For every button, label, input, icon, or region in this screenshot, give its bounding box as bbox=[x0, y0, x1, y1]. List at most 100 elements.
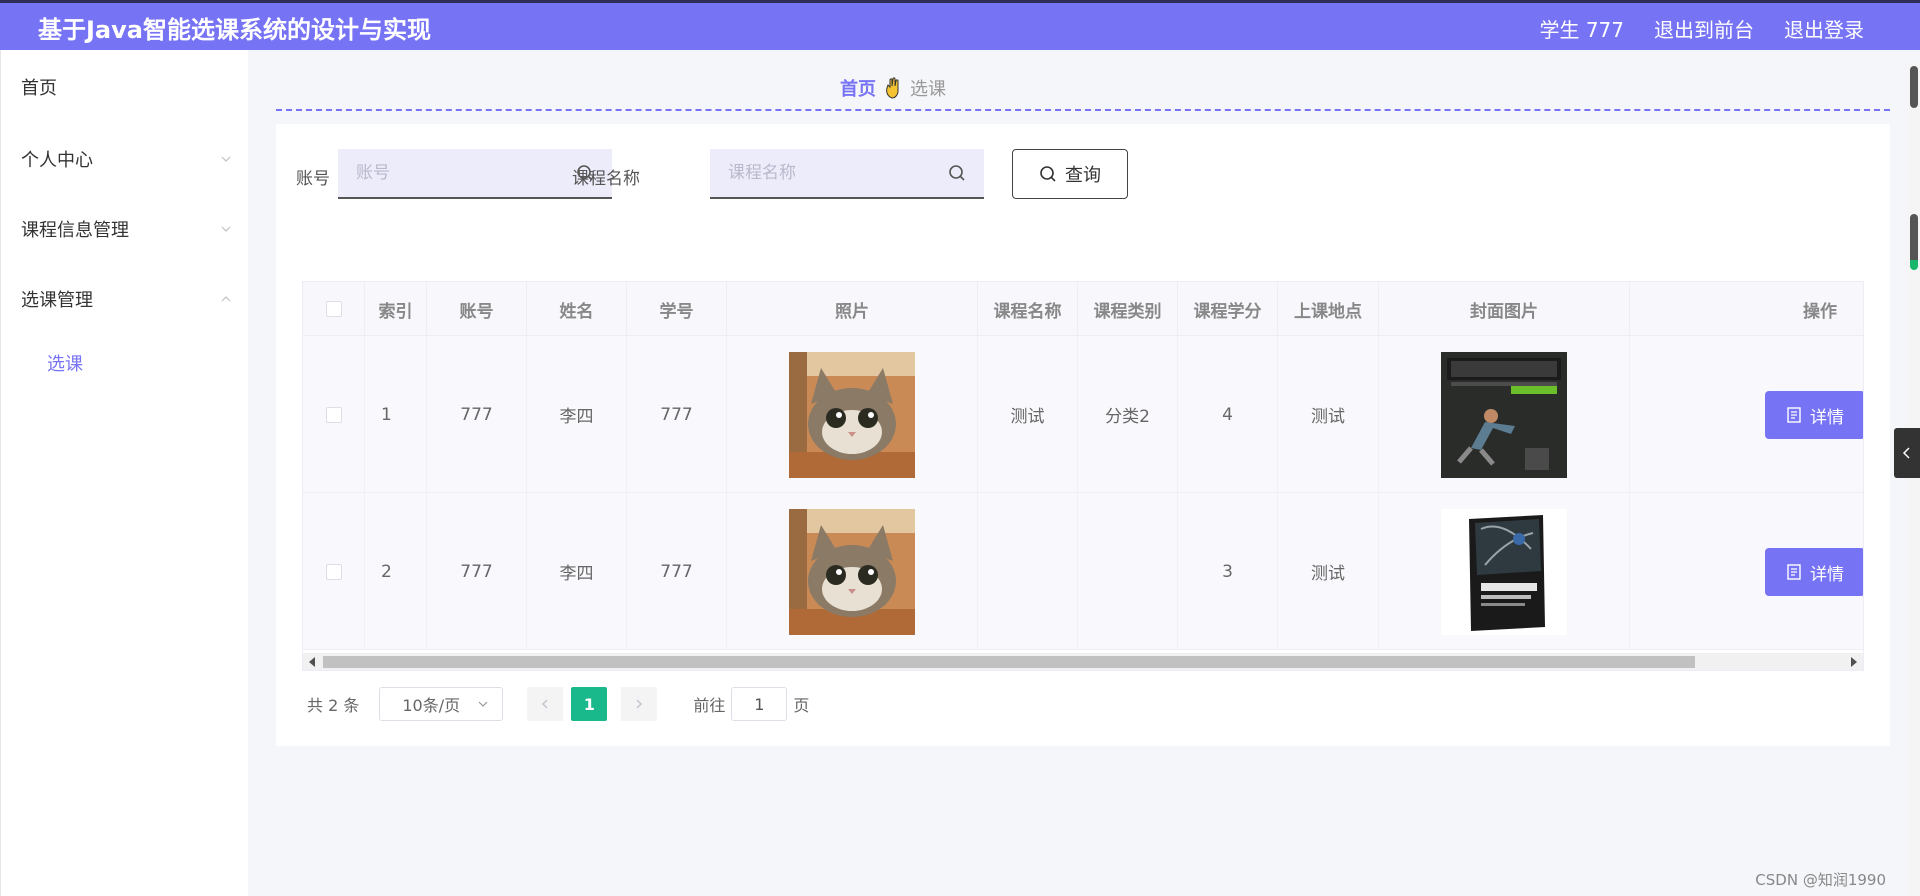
course-selection-table: 索引 账号 姓名 学号 照片 课程名称 课程类别 课程学分 上课地点 封面图片 … bbox=[302, 281, 1864, 671]
row-checkbox[interactable] bbox=[325, 406, 342, 423]
index-cell: 1 bbox=[365, 336, 427, 493]
detail-button[interactable]: 详情 bbox=[1765, 391, 1863, 439]
index-cell: 2 bbox=[365, 493, 427, 650]
total-count: 共 2 条 bbox=[307, 696, 360, 715]
action-cell: 详情 bbox=[1630, 493, 1863, 650]
select-all-cell bbox=[303, 282, 365, 336]
scroll-left-icon[interactable] bbox=[309, 657, 315, 667]
course-search-box bbox=[710, 149, 984, 199]
account-search-box bbox=[338, 149, 612, 199]
action-cell: 详情 bbox=[1630, 336, 1863, 493]
cat-photo bbox=[789, 508, 915, 635]
select-all-checkbox[interactable] bbox=[325, 301, 342, 317]
row-select-cell bbox=[303, 336, 365, 493]
sidebar-item-selection-mgmt[interactable]: 选课管理 bbox=[21, 286, 231, 312]
credits-cell: 4 bbox=[1178, 336, 1278, 493]
chevron-up-icon bbox=[221, 296, 231, 302]
column-header: 操作 bbox=[1803, 301, 1837, 322]
table-row: 1 777 李四 777 测试 分类2 4 测试 详情 bbox=[303, 336, 1863, 493]
goto-label: 前往 bbox=[693, 696, 726, 715]
query-button[interactable]: 查询 bbox=[1012, 149, 1128, 199]
chevron-down-icon bbox=[221, 226, 231, 232]
name-cell: 李四 bbox=[527, 336, 627, 493]
account-cell: 777 bbox=[427, 493, 527, 650]
course-name-label: 课程名称 bbox=[572, 169, 640, 189]
course-type-cell bbox=[1078, 493, 1178, 650]
course-type-cell: 分类2 bbox=[1078, 336, 1178, 493]
logout-link[interactable]: 退出登录 bbox=[1784, 14, 1864, 43]
column-header: 照片 bbox=[727, 282, 978, 336]
page-number-active[interactable]: 1 bbox=[571, 687, 608, 721]
scrollbar-thumb[interactable] bbox=[1910, 214, 1918, 270]
location-cell: 测试 bbox=[1278, 493, 1379, 650]
sidebar-item-label: 首页 bbox=[21, 78, 57, 99]
course-name-cell: 测试 bbox=[978, 336, 1078, 493]
column-header: 学号 bbox=[627, 282, 727, 336]
pagination: 共 2 条 10条/页 1 前往 页 bbox=[307, 686, 809, 722]
side-panel-toggle[interactable] bbox=[1894, 428, 1920, 478]
chevron-down-icon bbox=[221, 156, 231, 162]
location-cell: 测试 bbox=[1278, 336, 1379, 493]
sidebar-item-label: 课程信息管理 bbox=[21, 220, 129, 241]
table-header: 索引 账号 姓名 学号 照片 课程名称 课程类别 课程学分 上课地点 封面图片 … bbox=[303, 282, 1863, 336]
column-header: 课程学分 bbox=[1178, 282, 1278, 336]
watermark: CSDN @知润1990 bbox=[1755, 871, 1886, 889]
search-icon bbox=[1040, 166, 1056, 182]
page-vertical-scrollbar[interactable] bbox=[1906, 62, 1920, 896]
photo-cell bbox=[727, 336, 978, 493]
scrollbar-thumb[interactable] bbox=[323, 656, 1695, 668]
name-cell: 李四 bbox=[527, 493, 627, 650]
scroll-right-icon[interactable] bbox=[1851, 657, 1857, 667]
book-cover-image bbox=[1441, 508, 1567, 635]
next-page-button[interactable] bbox=[621, 687, 658, 721]
column-header: 课程类别 bbox=[1078, 282, 1178, 336]
book-cover-image bbox=[1441, 351, 1567, 478]
divider bbox=[276, 109, 1890, 111]
column-header: 索引 bbox=[365, 282, 427, 336]
user-label: 学生 777 bbox=[1539, 18, 1624, 42]
sidebar-item-home[interactable]: 首页 bbox=[21, 74, 231, 100]
chevron-left-icon bbox=[1902, 447, 1910, 459]
scrollbar-thumb[interactable] bbox=[1910, 66, 1918, 108]
document-icon bbox=[1787, 407, 1801, 423]
document-icon bbox=[1787, 564, 1801, 580]
detail-button[interactable]: 详情 bbox=[1765, 548, 1863, 596]
search-icon bbox=[949, 165, 965, 181]
course-name-input[interactable] bbox=[728, 163, 948, 183]
horizontal-scrollbar[interactable] bbox=[303, 653, 1863, 670]
main-content: 首页 选课 账号 课程名称 查询 索引 账号 姓名 bbox=[248, 50, 1920, 896]
detail-button-label: 详情 bbox=[1810, 564, 1844, 585]
cover-cell bbox=[1379, 493, 1630, 650]
column-header: 姓名 bbox=[527, 282, 627, 336]
sidebar-subitem-select-course[interactable]: 选课 bbox=[47, 350, 83, 376]
breadcrumb-home[interactable]: 首页 bbox=[840, 75, 876, 101]
column-header: 封面图片 bbox=[1379, 282, 1630, 336]
top-right-links: 学生 777 退出到前台 退出登录 bbox=[1539, 14, 1864, 43]
account-input[interactable] bbox=[356, 163, 576, 183]
content-panel: 账号 课程名称 查询 索引 账号 姓名 学号 照片 课程名称 课程类别 bbox=[276, 124, 1890, 746]
account-cell: 777 bbox=[427, 336, 527, 493]
column-header: 账号 bbox=[427, 282, 527, 336]
photo-cell bbox=[727, 493, 978, 650]
breadcrumb: 首页 选课 bbox=[840, 75, 946, 101]
goto-page-input[interactable] bbox=[731, 687, 788, 721]
row-checkbox[interactable] bbox=[325, 563, 342, 580]
app-title: 基于Java智能选课系统的设计与实现 bbox=[38, 16, 431, 44]
sidebar: 首页 个人中心 课程信息管理 选课管理 选课 bbox=[0, 50, 248, 896]
chevron-right-icon bbox=[636, 699, 643, 709]
prev-page-button[interactable] bbox=[527, 687, 564, 721]
detail-button-label: 详情 bbox=[1810, 407, 1844, 428]
account-label: 账号 bbox=[296, 169, 330, 189]
sidebar-item-label: 个人中心 bbox=[21, 150, 93, 171]
sidebar-item-personal-center[interactable]: 个人中心 bbox=[21, 146, 231, 172]
column-header: 上课地点 bbox=[1278, 282, 1379, 336]
course-name-cell bbox=[978, 493, 1078, 650]
page-size-select[interactable]: 10条/页 bbox=[379, 687, 504, 721]
chevron-down-icon bbox=[478, 701, 488, 707]
row-select-cell bbox=[303, 493, 365, 650]
cover-cell bbox=[1379, 336, 1630, 493]
sidebar-item-course-info[interactable]: 课程信息管理 bbox=[21, 216, 231, 242]
back-to-front-link[interactable]: 退出到前台 bbox=[1654, 14, 1754, 43]
chevron-left-icon bbox=[542, 699, 548, 709]
top-bar: 基于Java智能选课系统的设计与实现 学生 777 退出到前台 退出登录 bbox=[0, 0, 1920, 50]
